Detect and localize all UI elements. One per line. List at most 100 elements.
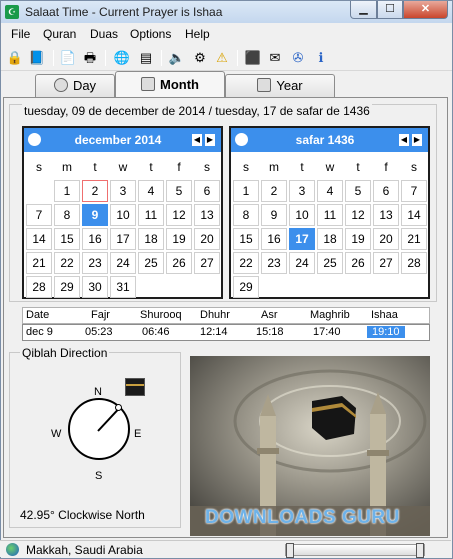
calendar-day[interactable]: 23 [82,252,108,274]
calendar-day-today[interactable]: 17 [289,228,315,250]
header-shurooq: Shurooq [140,309,182,321]
prev-month-button[interactable]: ◀ [192,134,202,146]
minimize-button[interactable]: ▁ [350,1,377,19]
globe-icon[interactable]: 🌐 [113,49,131,67]
calendar-day[interactable]: 23 [261,252,287,274]
calendar-day[interactable]: 17 [110,228,136,250]
calendar-day[interactable]: 26 [345,252,371,274]
calendar-day[interactable]: 11 [138,204,164,226]
weekday-label: m [62,160,72,174]
calendar-day[interactable]: 4 [138,180,164,202]
document-icon[interactable]: 📄 [59,49,77,67]
toolbar-separator [237,50,238,66]
calendar-day[interactable]: 10 [289,204,315,226]
kaaba-icon[interactable]: ⬛ [244,49,262,67]
slider-thumb-right[interactable] [416,543,424,558]
calendar-day[interactable]: 2 [82,180,108,202]
calendar-day[interactable]: 15 [233,228,259,250]
calendar-day[interactable]: 6 [373,180,399,202]
tab-day[interactable]: Day [35,74,115,98]
calendar-day[interactable]: 20 [194,228,220,250]
lock-icon[interactable]: 🔒 [6,49,24,67]
calendar-day[interactable]: 13 [194,204,220,226]
calendar-day[interactable]: 1 [233,180,259,202]
slider-thumb-left[interactable] [286,543,294,558]
calendar-day[interactable]: 12 [166,204,192,226]
calendar-day[interactable]: 29 [233,276,259,298]
calendar-day[interactable]: 28 [26,276,52,298]
calendar-day[interactable]: 16 [82,228,108,250]
calendar-day[interactable]: 1 [54,180,80,202]
calendar-day[interactable]: 7 [401,180,427,202]
calendar-day[interactable]: 5 [166,180,192,202]
calendar-day[interactable]: 16 [261,228,287,250]
compass-icon[interactable]: ✇ [289,49,307,67]
calendar-day[interactable]: 13 [373,204,399,226]
close-button[interactable]: ✕ [403,1,448,19]
calendar-day[interactable]: 14 [26,228,52,250]
calendar-day[interactable]: 26 [166,252,192,274]
calendar-day[interactable]: 27 [373,252,399,274]
maximize-button[interactable]: ☐ [377,1,403,19]
calendar-day[interactable]: 8 [54,204,80,226]
calendar-day[interactable]: 14 [401,204,427,226]
calendar-day[interactable]: 22 [233,252,259,274]
printer-icon[interactable]: 🖶 [81,49,99,67]
calendar-day[interactable]: 22 [54,252,80,274]
calendar-day[interactable]: 20 [373,228,399,250]
menu-duas[interactable]: Duas [90,27,118,41]
tools-icon[interactable]: ⚙ [191,49,209,67]
book-icon[interactable]: 📘 [28,49,46,67]
calendar-day[interactable]: 11 [317,204,343,226]
prev-month-button[interactable]: ◀ [399,134,409,146]
toolbar-separator [105,50,106,66]
qibla-needle-tip [115,404,122,411]
calendar-day[interactable]: 18 [138,228,164,250]
calendar-day[interactable]: 29 [54,276,80,298]
prayer-table-row[interactable]: dec 9 05:23 06:46 12:14 15:18 17:40 19:1… [22,324,430,341]
calendar-day-today[interactable]: 9 [82,204,108,226]
calendar-day[interactable]: 5 [345,180,371,202]
calendar-day[interactable]: 7 [26,204,52,226]
speaker-icon[interactable]: 🔈 [168,49,186,67]
menu-file[interactable]: File [11,27,30,41]
calendar-day[interactable]: 15 [54,228,80,250]
calendar-day[interactable]: 10 [110,204,136,226]
menu-options[interactable]: Options [130,27,171,41]
calendar-day[interactable]: 8 [233,204,259,226]
calendar-day[interactable]: 27 [194,252,220,274]
volume-slider[interactable] [285,543,425,558]
weekday-label: w [118,160,128,174]
calendar-day[interactable]: 21 [26,252,52,274]
calendar-day[interactable]: 24 [110,252,136,274]
card-icon[interactable]: ✉ [266,49,284,67]
tab-year[interactable]: Year [225,74,335,98]
calendar-day[interactable]: 12 [345,204,371,226]
calendar-day[interactable]: 3 [289,180,315,202]
calendar-day[interactable]: 19 [166,228,192,250]
weekday-label: m [269,160,279,174]
calendar-day[interactable]: 28 [401,252,427,274]
calendar-day[interactable]: 9 [261,204,287,226]
calendar-day[interactable]: 24 [289,252,315,274]
menu-help[interactable]: Help [185,27,210,41]
calendar-day[interactable]: 25 [138,252,164,274]
calendar-day[interactable]: 19 [345,228,371,250]
calendar-day[interactable]: 21 [401,228,427,250]
calendar-day[interactable]: 6 [194,180,220,202]
calendar-day[interactable]: 31 [110,276,136,298]
menu-quran[interactable]: Quran [43,27,76,41]
calendar-day[interactable]: 3 [110,180,136,202]
next-month-button[interactable]: ▶ [205,134,215,146]
calendar-day[interactable]: 18 [317,228,343,250]
calendar-day[interactable]: 4 [317,180,343,202]
info-icon[interactable]: ℹ [312,49,330,67]
calculator-icon[interactable]: ▤ [137,49,155,67]
calendar-day[interactable]: 2 [261,180,287,202]
tab-month[interactable]: Month [115,71,225,99]
next-month-button[interactable]: ▶ [412,134,422,146]
calendar-day[interactable]: 25 [317,252,343,274]
calendar-day[interactable]: 30 [82,276,108,298]
warning-icon[interactable]: ⚠ [213,49,231,67]
calendar-header: safar 1436 ◀ ▶ [231,128,428,152]
